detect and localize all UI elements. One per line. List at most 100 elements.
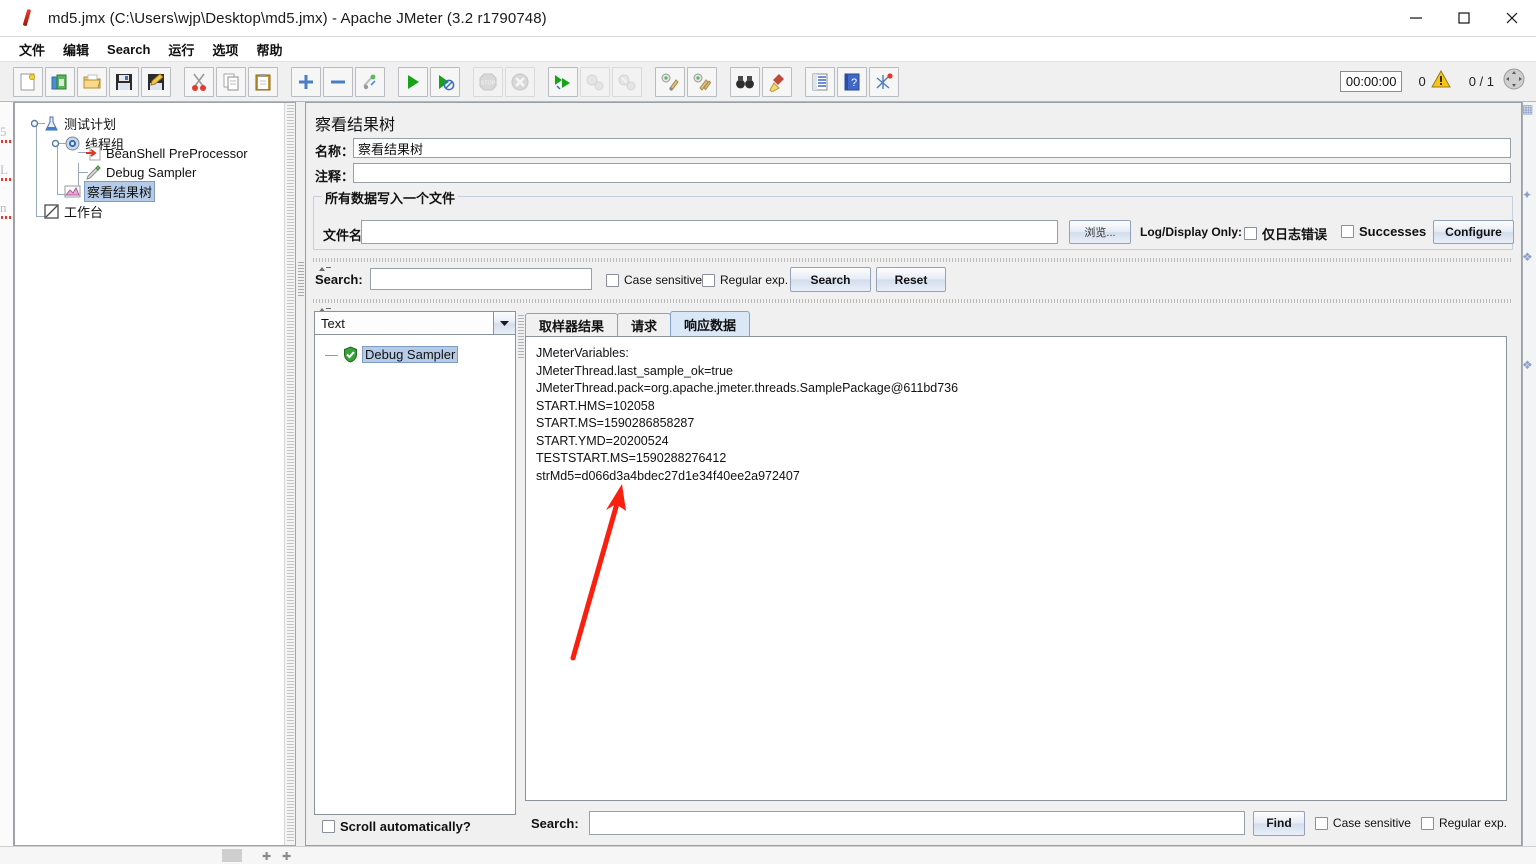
response-line: TESTSTART.MS=1590288276412 bbox=[536, 451, 727, 465]
search-bottom-regular-exp-box[interactable] bbox=[1420, 816, 1434, 830]
tree-node-debug-sampler[interactable]: Debug Sampler bbox=[85, 163, 196, 182]
search-bottom-find-button[interactable]: Find bbox=[1253, 810, 1305, 836]
toolbar-expand-all[interactable] bbox=[291, 66, 321, 97]
comment-input[interactable] bbox=[353, 163, 1511, 183]
search-top-case-sensitive[interactable]: Case sensitive bbox=[606, 273, 702, 287]
tab-request[interactable]: 请求 bbox=[617, 313, 672, 336]
successes-checkbox[interactable]: Successes bbox=[1341, 224, 1426, 239]
search-bottom-regular-exp-label: Regular exp. bbox=[1438, 816, 1507, 830]
result-entry-label: Debug Sampler bbox=[362, 346, 459, 363]
chevron-down-icon[interactable] bbox=[493, 312, 515, 334]
search-top-case-sensitive-box[interactable] bbox=[606, 273, 619, 287]
search-top-label: Search: bbox=[315, 272, 363, 287]
scroll-automatically-label: Scroll automatically? bbox=[340, 819, 471, 834]
toolbar-cut[interactable] bbox=[184, 66, 214, 97]
warning-triangle-icon[interactable] bbox=[1430, 69, 1451, 93]
thread-group-icon bbox=[65, 136, 80, 151]
toolbar-paste[interactable] bbox=[248, 66, 278, 97]
toolbar-open[interactable] bbox=[77, 66, 107, 97]
errors-checkbox-box[interactable] bbox=[1244, 227, 1257, 240]
menu-edit[interactable]: 编辑 bbox=[54, 38, 98, 61]
successes-checkbox-label: Successes bbox=[1359, 224, 1427, 239]
toolbar-remote-start-all[interactable] bbox=[548, 66, 578, 97]
view-results-tree-panel: 察看结果树 名称： 注释： 所有数据写入一个文件 文件名 浏览... Log/D… bbox=[305, 102, 1522, 846]
tree-expand-handle-test-plan[interactable] bbox=[30, 119, 39, 128]
errors-checkbox[interactable]: 仅日志错误 bbox=[1244, 224, 1327, 243]
menu-file[interactable]: 文件 bbox=[10, 38, 54, 61]
search-top-case-sensitive-label: Case sensitive bbox=[624, 273, 703, 287]
toolbar-templates[interactable] bbox=[45, 66, 75, 97]
status-bar-arrow-left-icon[interactable]: ✚ bbox=[262, 850, 271, 863]
toolbar-save[interactable] bbox=[109, 66, 139, 97]
successes-checkbox-box[interactable] bbox=[1341, 225, 1354, 238]
search-top-reset-button[interactable]: Reset bbox=[876, 267, 946, 292]
tree-scrollbar[interactable] bbox=[284, 103, 295, 845]
tab-sampler-result[interactable]: 取样器结果 bbox=[525, 313, 619, 336]
browse-button[interactable]: 浏览... bbox=[1069, 220, 1131, 244]
expand-circle-icon[interactable] bbox=[1502, 67, 1526, 96]
tree-node-beanshell-preprocessor[interactable]: BeanShell PreProcessor bbox=[85, 144, 248, 163]
main-splitter[interactable] bbox=[297, 102, 305, 846]
toolbar-shutdown bbox=[505, 66, 535, 97]
toolbar-copy[interactable] bbox=[216, 66, 246, 97]
toolbar-heap-dump[interactable] bbox=[869, 66, 899, 97]
toolbar-search[interactable] bbox=[730, 66, 760, 97]
response-data-text[interactable]: JMeterVariables: JMeterThread.last_sampl… bbox=[525, 336, 1507, 801]
toolbar-clear-all[interactable] bbox=[687, 66, 717, 97]
search-bottom-case-sensitive[interactable]: Case sensitive bbox=[1314, 816, 1411, 830]
scroll-automatically-box[interactable] bbox=[322, 820, 335, 833]
scroll-automatically-checkbox[interactable]: Scroll automatically? bbox=[322, 819, 471, 834]
toolbar-start-no-pauses[interactable] bbox=[430, 66, 460, 97]
toolbar-clear[interactable] bbox=[655, 66, 685, 97]
tree-node-test-plan[interactable]: 测试计划 bbox=[43, 114, 116, 133]
search-bottom-label: Search: bbox=[531, 815, 579, 831]
toolbar-help[interactable]: ? bbox=[837, 66, 867, 97]
toolbar-collapse-all[interactable] bbox=[323, 66, 353, 97]
menu-help[interactable]: 帮助 bbox=[247, 38, 291, 61]
toolbar-search-reset[interactable] bbox=[762, 66, 792, 97]
tree-node-workbench[interactable]: 工作台 bbox=[43, 202, 103, 221]
collapse-toggle-top[interactable] bbox=[316, 260, 332, 271]
minimize-icon[interactable] bbox=[1392, 0, 1440, 37]
tree-expand-handle-thread-group[interactable] bbox=[51, 139, 60, 148]
status-bar-arrow-right-icon[interactable]: ✚ bbox=[282, 850, 291, 863]
jmeter-feather-icon bbox=[18, 7, 40, 29]
toolbar-toggle[interactable] bbox=[355, 66, 385, 97]
response-line: JMeterVariables: bbox=[536, 346, 629, 360]
search-top-button[interactable]: Search bbox=[790, 267, 871, 292]
search-top-regular-exp[interactable]: Regular exp. bbox=[702, 273, 788, 287]
success-shield-icon bbox=[344, 346, 357, 363]
tab-response-data[interactable]: 响应数据 bbox=[670, 311, 751, 336]
menu-bar: 文件 编辑 Search 运行 选项 帮助 bbox=[0, 37, 1536, 62]
tree-node-view-results-tree[interactable]: 察看结果树 bbox=[64, 181, 156, 202]
main-content: 测试计划 线程组 BeanShell PreProcessor Debug Sa… bbox=[14, 102, 1522, 846]
results-splitter[interactable] bbox=[517, 311, 525, 839]
response-search-bar: Search: Find Case sensitive Regular exp. bbox=[525, 807, 1507, 839]
menu-run[interactable]: 运行 bbox=[159, 38, 203, 61]
filename-input[interactable] bbox=[361, 220, 1058, 244]
toolbar-start[interactable] bbox=[398, 66, 428, 97]
thread-count: 0 / 1 bbox=[1468, 74, 1494, 89]
jmeter-window: 5 L n ▦ ✦ ❖ ❖ md5.jmx (C:\Users\wjp\Desk… bbox=[0, 0, 1536, 864]
search-top-input[interactable] bbox=[370, 268, 592, 290]
toolbar-save-as[interactable] bbox=[141, 66, 171, 97]
comment-label: 注释： bbox=[315, 169, 355, 184]
render-type-combo[interactable]: Text bbox=[314, 311, 516, 335]
menu-options[interactable]: 选项 bbox=[203, 38, 247, 61]
configure-button[interactable]: Configure bbox=[1433, 220, 1514, 244]
toolbar-new[interactable] bbox=[13, 66, 43, 97]
toolbar-function-helper[interactable] bbox=[805, 66, 835, 97]
search-bottom-case-sensitive-box[interactable] bbox=[1314, 816, 1328, 830]
results-sampler-tree[interactable]: — Debug Sampler bbox=[314, 335, 516, 815]
name-input[interactable] bbox=[353, 138, 1511, 158]
response-line: START.HMS=102058 bbox=[536, 398, 655, 413]
menu-search[interactable]: Search bbox=[98, 40, 159, 59]
collapse-toggle-bottom[interactable] bbox=[316, 301, 332, 312]
close-icon[interactable] bbox=[1488, 0, 1536, 37]
maximize-icon[interactable] bbox=[1440, 0, 1488, 37]
search-bottom-input[interactable] bbox=[588, 811, 1246, 835]
search-bottom-regular-exp[interactable]: Regular exp. bbox=[1420, 816, 1507, 830]
search-top-regular-exp-box[interactable] bbox=[702, 273, 715, 287]
response-line: START.MS=1590286858287 bbox=[536, 416, 695, 430]
result-entry-debug-sampler[interactable]: — Debug Sampler bbox=[325, 345, 459, 364]
